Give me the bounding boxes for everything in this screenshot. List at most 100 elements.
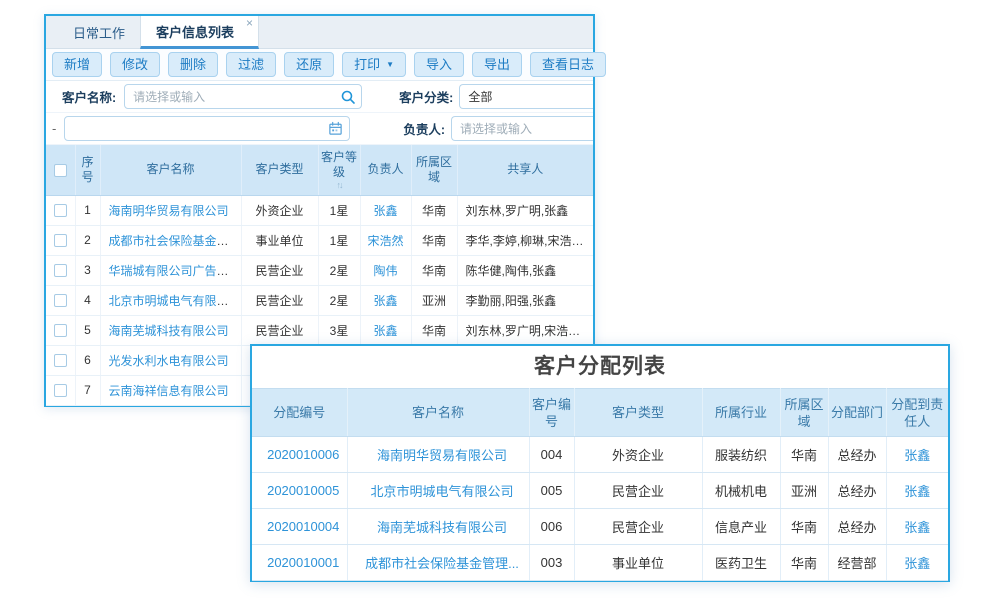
assignee-link[interactable]: 张鑫 [904, 448, 930, 463]
owner-link[interactable]: 张鑫 [373, 204, 397, 218]
customer-name-input[interactable] [124, 84, 362, 109]
cell-dept: 总经办 [828, 437, 886, 473]
cell-level: 2星 [318, 285, 360, 315]
cell-region: 华南 [411, 195, 457, 225]
date-input[interactable] [64, 116, 350, 141]
customer-assignment-panel: 客户分配列表 分配编号 客户名称 客户编号 客户类型 所属行业 所属区域 分配部… [250, 344, 950, 582]
calendar-icon[interactable] [328, 121, 344, 137]
cell-type: 民营企业 [241, 315, 318, 345]
select-all-checkbox[interactable] [54, 164, 67, 177]
delete-button[interactable]: 删除 [168, 52, 218, 77]
cell-dept: 总经办 [828, 509, 886, 545]
tab-daily-work[interactable]: 日常工作 [58, 16, 140, 48]
cell-dept: 总经办 [828, 473, 886, 509]
tab-customer-info-list[interactable]: 客户信息列表 × [140, 16, 259, 49]
filter-row-1: 客户名称: 客户分类: 全部 [46, 81, 593, 113]
col-shared: 共享人 [457, 145, 593, 195]
assignee-link[interactable]: 张鑫 [904, 520, 930, 535]
restore-button[interactable]: 还原 [284, 52, 334, 77]
table-row: 2 成都市社会保险基金管理... 事业单位 1星 宋浩然 华南 李华,李婷,柳琳… [46, 225, 593, 255]
customer-name-label: 客户名称: [62, 87, 116, 106]
assign-no-link[interactable]: 2020010005 [267, 483, 339, 498]
col-assignee: 分配到责任人 [886, 389, 948, 437]
table-row: 5 海南芜城科技有限公司 民营企业 3星 张鑫 华南 刘东林,罗广明,宋浩然,张… [46, 315, 593, 345]
cell-level: 2星 [318, 255, 360, 285]
cell-type: 民营企业 [574, 509, 702, 545]
row-checkbox[interactable] [54, 324, 67, 337]
customer-category-select[interactable]: 全部 [459, 84, 593, 109]
col-region: 所属区域 [411, 145, 457, 195]
sort-icon[interactable]: ↑↓ [321, 180, 358, 190]
col-customer-name: 客户名称 [347, 389, 529, 437]
cell-level: 1星 [318, 225, 360, 255]
cell-shared: 李勤丽,阳强,张鑫 [457, 285, 593, 315]
customer-name-link[interactable]: 华瑞城有限公司广告设计部 [109, 264, 242, 278]
customer-name-link[interactable]: 海南明华贸易有限公司 [109, 204, 229, 218]
col-dept: 分配部门 [828, 389, 886, 437]
row-checkbox[interactable] [54, 234, 67, 247]
search-icon[interactable] [340, 89, 356, 105]
filter-button[interactable]: 过滤 [226, 52, 276, 77]
owner-label: 负责人: [403, 119, 445, 138]
customer-table-header: 序号 客户名称 客户类型 客户等级 ↑↓ 负责人 所属区域 共享人 [46, 145, 593, 195]
customer-name-link[interactable]: 海南明华贸易有限公司 [377, 448, 507, 463]
cell-seq: 5 [75, 315, 100, 345]
col-owner: 负责人 [360, 145, 411, 195]
customer-name-link[interactable]: 光发水利水电有限公司 [109, 354, 229, 368]
cell-region: 华南 [411, 255, 457, 285]
col-customer-name: 客户名称 [100, 145, 241, 195]
row-checkbox[interactable] [54, 264, 67, 277]
cell-industry: 医药卫生 [702, 545, 780, 581]
table-row: 2020010004 海南芜城科技有限公司 006 民营企业 信息产业 华南 总… [252, 509, 948, 545]
customer-name-link[interactable]: 海南芜城科技有限公司 [109, 324, 229, 338]
cell-type: 事业单位 [241, 225, 318, 255]
owner-link[interactable]: 张鑫 [373, 324, 397, 338]
add-button[interactable]: 新增 [52, 52, 102, 77]
owner-link[interactable]: 张鑫 [373, 294, 397, 308]
modify-button[interactable]: 修改 [110, 52, 160, 77]
customer-name-link[interactable]: 北京市明城电气有限公司 [370, 484, 513, 499]
tab-label: 客户信息列表 [156, 22, 234, 41]
cell-type: 外资企业 [241, 195, 318, 225]
cell-seq: 3 [75, 255, 100, 285]
owner-link[interactable]: 陶伟 [373, 264, 397, 278]
toolbar: 新增 修改 删除 过滤 还原 打印 ▼ 导入 导出 查看日志 [46, 49, 593, 81]
export-button[interactable]: 导出 [472, 52, 522, 77]
row-checkbox[interactable] [54, 294, 67, 307]
close-icon[interactable]: × [246, 17, 253, 29]
col-region: 所属区域 [780, 389, 828, 437]
cell-customer-no: 006 [529, 509, 574, 545]
cell-seq: 7 [75, 375, 100, 405]
owner-link[interactable]: 宋浩然 [367, 234, 403, 248]
customer-category-label: 客户分类: [399, 87, 453, 106]
row-checkbox[interactable] [54, 204, 67, 217]
cell-region: 华南 [411, 315, 457, 345]
date-range-separator: - [52, 121, 56, 136]
cell-customer-no: 005 [529, 473, 574, 509]
selected-option: 全部 [468, 88, 492, 105]
owner-input[interactable] [451, 116, 593, 141]
cell-industry: 机械机电 [702, 473, 780, 509]
assign-no-link[interactable]: 2020010006 [267, 447, 339, 462]
customer-name-link[interactable]: 北京市明城电气有限公司 [109, 294, 241, 308]
assign-no-link[interactable]: 2020010004 [267, 519, 339, 534]
assignment-table: 分配编号 客户名称 客户编号 客户类型 所属行业 所属区域 分配部门 分配到责任… [252, 388, 948, 581]
customer-name-link[interactable]: 成都市社会保险基金管理... [109, 234, 242, 248]
caret-down-icon: ▼ [386, 56, 394, 73]
customer-name-link[interactable]: 海南芜城科技有限公司 [377, 520, 507, 535]
row-checkbox[interactable] [54, 384, 67, 397]
view-log-button[interactable]: 查看日志 [530, 52, 606, 77]
assignee-link[interactable]: 张鑫 [904, 484, 930, 499]
import-button[interactable]: 导入 [414, 52, 464, 77]
assign-no-link[interactable]: 2020010001 [267, 555, 339, 570]
cell-shared: 陈华健,陶伟,张鑫 [457, 255, 593, 285]
cell-type: 事业单位 [574, 545, 702, 581]
assignee-link[interactable]: 张鑫 [904, 556, 930, 571]
col-seq: 序号 [75, 145, 100, 195]
customer-name-link[interactable]: 成都市社会保险基金管理... [365, 556, 519, 571]
print-button[interactable]: 打印 ▼ [342, 52, 406, 77]
row-checkbox[interactable] [54, 354, 67, 367]
customer-name-link[interactable]: 云南海祥信息有限公司 [109, 384, 229, 398]
table-row: 2020010005 北京市明城电气有限公司 005 民营企业 机械机电 亚洲 … [252, 473, 948, 509]
table-row: 3 华瑞城有限公司广告设计部 民营企业 2星 陶伟 华南 陈华健,陶伟,张鑫 [46, 255, 593, 285]
